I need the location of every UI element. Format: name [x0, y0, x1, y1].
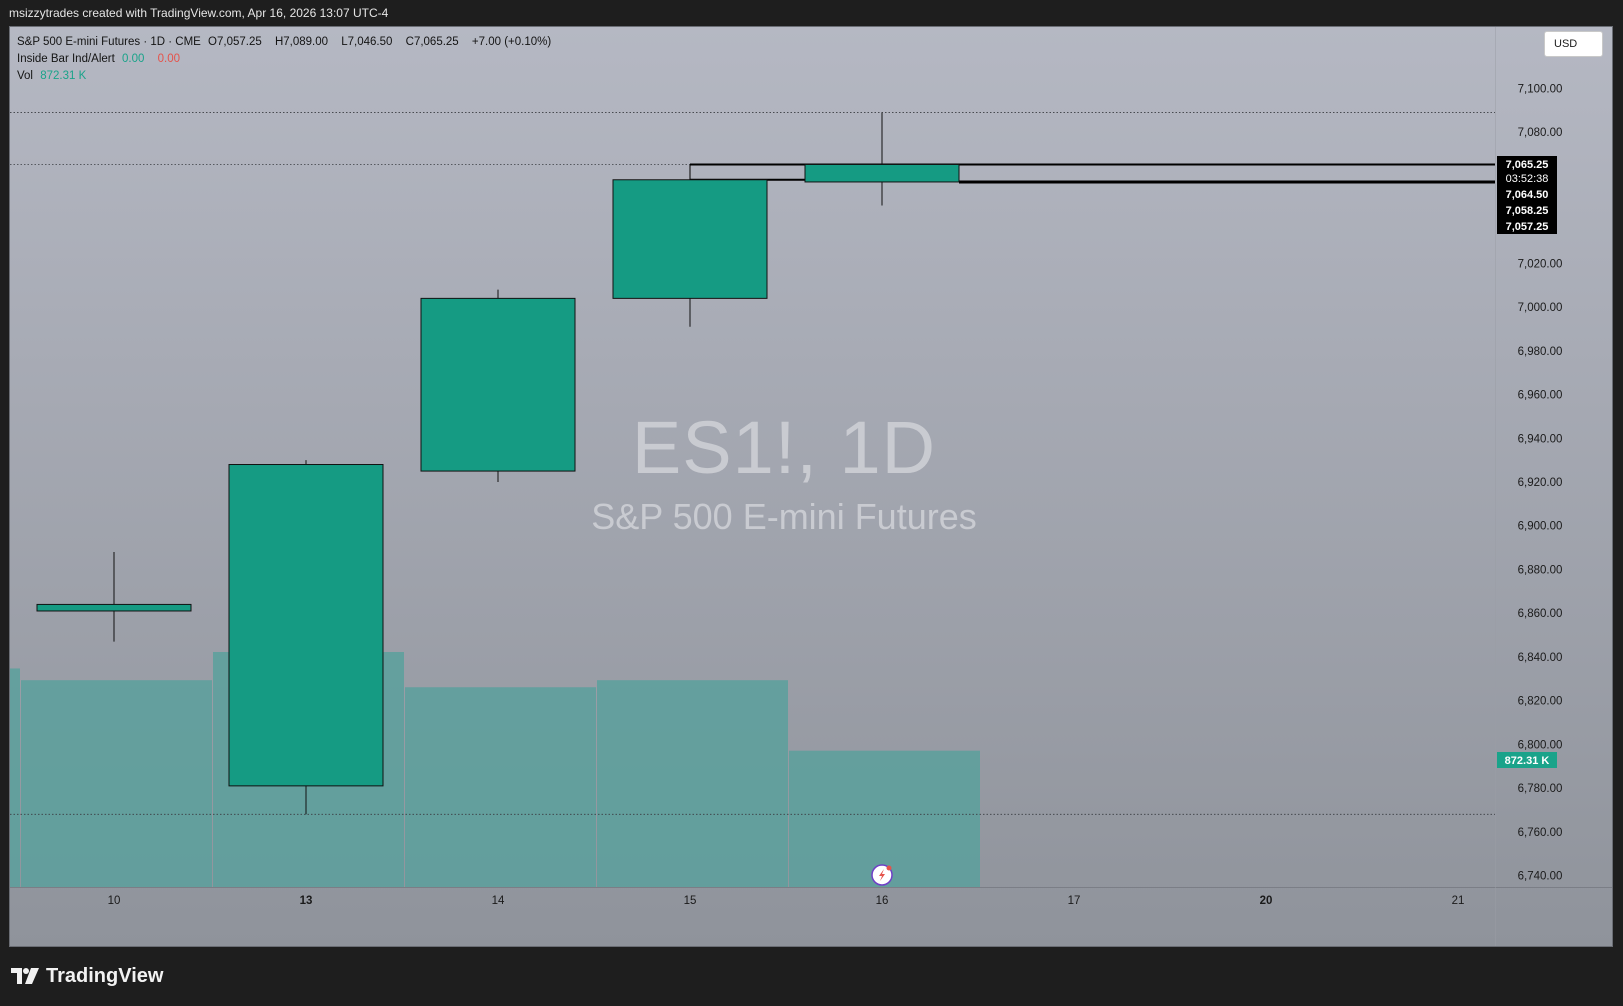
price-scale-label: 6,820.00 [1518, 696, 1563, 708]
legend-volume-row[interactable]: Vol 872.31 K [17, 68, 551, 85]
candle-body[interactable] [804, 163, 960, 183]
volume-badge: 872.31 K [1505, 755, 1550, 767]
price-scale-label: 6,940.00 [1518, 433, 1563, 445]
legend-symbol-row[interactable]: S&P 500 E-mini Futures · 1D · CME O7,057… [17, 34, 551, 51]
price-badge: 03:52:38 [1506, 173, 1549, 185]
price-badge: 7,057.25 [1506, 221, 1549, 233]
indicator-name: Inside Bar Ind/Alert [17, 53, 115, 65]
price-badge: 7,058.25 [1506, 205, 1549, 217]
legend-change: +7.00 (+0.10%) [471, 36, 552, 48]
time-scale-label: 15 [684, 895, 697, 907]
candle-body[interactable] [36, 603, 192, 612]
candle-body[interactable] [228, 464, 384, 787]
legend-high: 7,089.00 [283, 36, 329, 48]
chart-pane[interactable]: 7,100.00 7,080.00 7,020.00 7,000.00 6,980.00… [9, 26, 1613, 947]
price-scale-label: 6,860.00 [1518, 608, 1563, 620]
attribution-text: msizzytrades created with TradingView.co… [9, 6, 389, 20]
tradingview-logo-text: TradingView [46, 965, 164, 987]
time-scale-label: 16 [876, 895, 889, 907]
legend-open: 7,057.25 [217, 36, 262, 48]
volume-bar-prev [10, 668, 20, 887]
legend-low-label: L [341, 36, 348, 48]
time-scale-label: 21 [1452, 895, 1465, 907]
attribution-bar: msizzytrades created with TradingView.co… [0, 0, 1623, 27]
chart-legend: S&P 500 E-mini Futures · 1D · CME O7,057… [17, 34, 551, 85]
currency-button[interactable]: USD [1544, 31, 1603, 57]
volume-bar [597, 680, 788, 887]
price-scale-label: 6,880.00 [1518, 564, 1563, 576]
price-scale-label: 7,100.00 [1518, 84, 1563, 96]
legend-close-label: C [405, 36, 414, 48]
price-scale-label: 7,020.00 [1518, 258, 1563, 270]
price-badge: 7,065.25 [1506, 159, 1549, 171]
time-scale-label: 10 [108, 895, 121, 907]
notification-dot-icon [886, 865, 892, 871]
price-scale-label: 6,740.00 [1518, 871, 1563, 883]
price-scale-label: 6,780.00 [1518, 783, 1563, 795]
time-scale-label: 17 [1068, 895, 1081, 907]
candle-body[interactable] [612, 179, 768, 299]
price-scale-label: 6,900.00 [1518, 521, 1563, 533]
legend-indicator-row[interactable]: Inside Bar Ind/Alert 0.00 0.00 [17, 51, 551, 68]
candle-body[interactable] [420, 297, 576, 472]
legend-close: 7,065.25 [413, 36, 459, 48]
price-scale-label: 6,840.00 [1518, 652, 1563, 664]
indicator-value-1: 0.00 [122, 53, 145, 65]
volume-value: 872.31 K [40, 70, 87, 82]
price-scale-label: 7,080.00 [1518, 127, 1563, 139]
price-badge: 7,064.50 [1506, 189, 1549, 201]
price-scale-label: 7,000.00 [1518, 302, 1563, 314]
legend-open-label: O [208, 36, 217, 48]
time-scale-label: 14 [492, 895, 505, 907]
volume-bar [21, 680, 212, 887]
price-scale-label: 6,920.00 [1518, 477, 1563, 489]
price-scale-label: 6,760.00 [1518, 827, 1563, 839]
time-scale-label: 13 [300, 895, 313, 907]
tradingview-logo: TradingView [11, 962, 163, 990]
legend-symbol: S&P 500 E-mini Futures · 1D · CME [17, 36, 201, 48]
volume-name: Vol [17, 70, 33, 82]
price-chart[interactable]: 7,100.00 7,080.00 7,020.00 7,000.00 6,980.00… [10, 27, 1612, 946]
price-scale-label: 6,800.00 [1518, 739, 1563, 751]
time-scale-label: 20 [1260, 895, 1273, 907]
volume-bar [405, 687, 596, 887]
indicator-value-2: 0.00 [157, 53, 180, 65]
price-scale-label: 6,960.00 [1518, 390, 1563, 402]
tradingview-logo-icon [11, 968, 39, 984]
price-scale-label: 6,980.00 [1518, 346, 1563, 358]
legend-low: 7,046.50 [347, 36, 393, 48]
